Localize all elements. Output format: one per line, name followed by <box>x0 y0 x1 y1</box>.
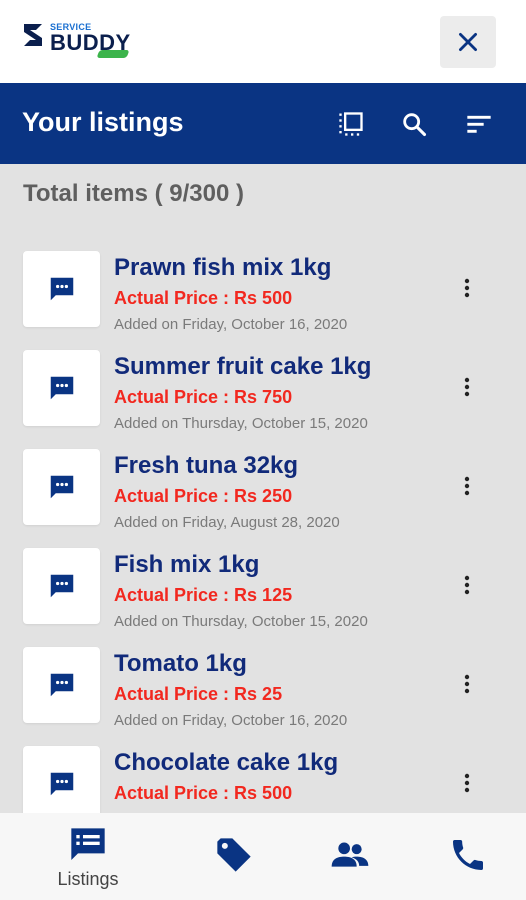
more-options-button[interactable] <box>452 570 482 600</box>
listing-price: Actual Price : Rs 500 <box>114 783 293 803</box>
listing-thumbnail[interactable] <box>23 647 100 723</box>
nav-listings-label: Listings <box>57 869 119 889</box>
listing-name: Chocolate cake 1kg <box>114 749 339 776</box>
chat-bubble-icon <box>50 673 73 697</box>
search-button[interactable] <box>399 109 429 139</box>
nav-people[interactable] <box>300 813 400 900</box>
more-options-button[interactable] <box>452 669 482 699</box>
listing-thumbnail[interactable] <box>23 548 100 624</box>
listing-thumbnail[interactable] <box>23 746 100 822</box>
listing-price: Actual Price : Rs 125 <box>114 585 293 605</box>
phone-icon <box>453 840 483 870</box>
more-options-button[interactable] <box>452 471 482 501</box>
close-button[interactable] <box>440 16 496 68</box>
listing-name: Tomato 1kg <box>114 650 247 677</box>
listing-name: Prawn fish mix 1kg <box>114 254 332 281</box>
more-vert-icon <box>464 476 470 496</box>
chat-bubble-icon <box>50 277 73 301</box>
list-item[interactable]: Fresh tuna 32kg Actual Price : Rs 250 Ad… <box>0 436 526 535</box>
listing-date: Added on Friday, August 28, 2020 <box>114 514 340 531</box>
more-vert-icon <box>464 674 470 694</box>
select-all-button[interactable] <box>336 109 366 139</box>
service-buddy-logo: SERVICE BUDDY <box>22 20 142 64</box>
listing-thumbnail[interactable] <box>23 350 100 426</box>
list-item[interactable]: Tomato 1kg Actual Price : Rs 25 Added on… <box>0 634 526 733</box>
more-options-button[interactable] <box>452 768 482 798</box>
list-item[interactable]: Fish mix 1kg Actual Price : Rs 125 Added… <box>0 535 526 634</box>
listing-name: Summer fruit cake 1kg <box>114 353 372 380</box>
tag-icon <box>217 838 251 872</box>
listing-price: Actual Price : Rs 25 <box>114 684 283 704</box>
more-vert-icon <box>464 575 470 595</box>
app-bar: Your listings <box>0 83 526 164</box>
page-title: Your listings <box>22 107 184 137</box>
listing-thumbnail[interactable] <box>23 449 100 525</box>
listing-date: Added on Thursday, October 15, 2020 <box>114 613 368 630</box>
bottom-navigation: Listings <box>0 813 526 900</box>
chat-bubble-icon <box>50 772 73 796</box>
nav-tags[interactable] <box>184 813 284 900</box>
logo-badge <box>96 50 130 58</box>
top-bar: SERVICE BUDDY <box>0 0 526 83</box>
listing-thumbnail[interactable] <box>23 251 100 327</box>
total-items-label: Total items ( 9/300 ) <box>23 180 244 207</box>
close-icon <box>459 33 477 51</box>
listing-price: Actual Price : Rs 250 <box>114 486 293 506</box>
sort-button[interactable] <box>464 109 494 139</box>
list-item[interactable]: Summer fruit cake 1kg Actual Price : Rs … <box>0 337 526 436</box>
select-all-icon <box>339 112 363 136</box>
sort-icon <box>467 115 491 133</box>
listing-name: Fresh tuna 32kg <box>114 452 299 479</box>
nav-listings[interactable]: Listings <box>38 813 138 900</box>
more-vert-icon <box>464 278 470 298</box>
listing-date: Added on Thursday, October 15, 2020 <box>114 415 368 432</box>
chat-bubble-icon <box>50 475 73 499</box>
listing-name: Fish mix 1kg <box>114 551 260 578</box>
list-item[interactable]: Prawn fish mix 1kg Actual Price : Rs 500… <box>0 238 526 337</box>
listing-price: Actual Price : Rs 750 <box>114 387 293 407</box>
more-vert-icon <box>464 377 470 397</box>
listings-icon <box>71 828 105 860</box>
people-icon <box>331 842 369 867</box>
more-options-button[interactable] <box>452 273 482 303</box>
listing-date: Added on Friday, October 16, 2020 <box>114 316 348 333</box>
listing-date: Added on Friday, October 16, 2020 <box>114 712 348 729</box>
chat-bubble-icon <box>50 376 73 400</box>
nav-phone[interactable] <box>418 813 518 900</box>
listing-price: Actual Price : Rs 500 <box>114 288 293 308</box>
more-vert-icon <box>464 773 470 793</box>
search-icon <box>403 113 427 137</box>
logo-mark-icon <box>24 24 42 46</box>
more-options-button[interactable] <box>452 372 482 402</box>
chat-bubble-icon <box>50 574 73 598</box>
